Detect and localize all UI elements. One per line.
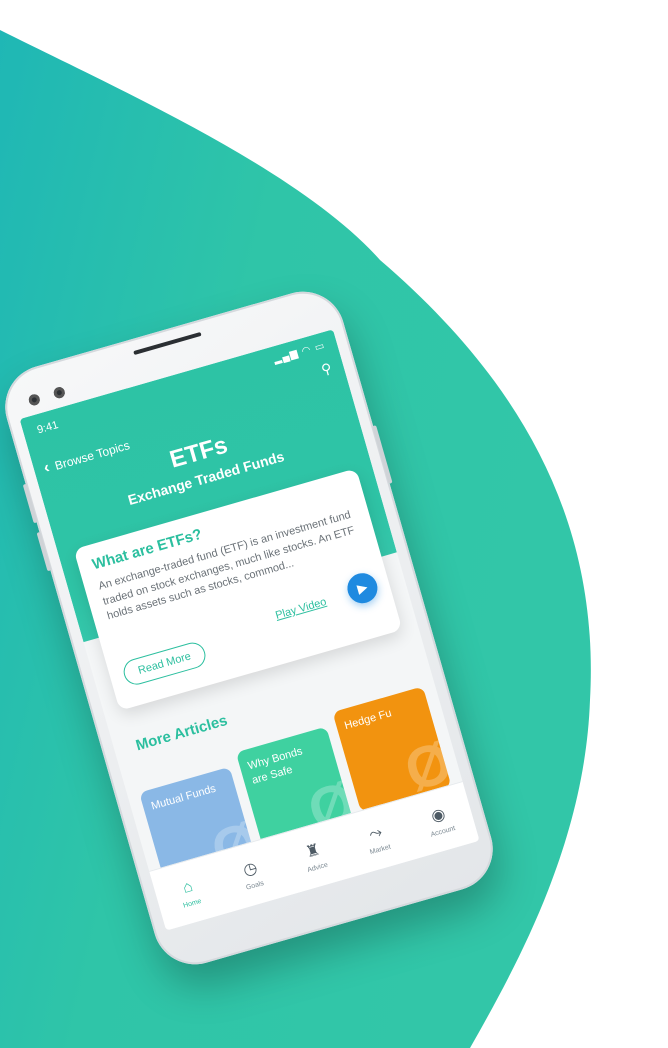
advisor-icon: ♜ bbox=[303, 841, 323, 862]
speaker-grille bbox=[133, 331, 202, 356]
chevron-left-icon: ‹ bbox=[41, 459, 52, 477]
camera-icon bbox=[27, 393, 42, 407]
article-title: Mutual Funds bbox=[149, 782, 218, 813]
clock-icon: ◷ bbox=[241, 859, 260, 880]
play-button[interactable]: ▶ bbox=[343, 569, 381, 607]
sensor-icon bbox=[52, 385, 67, 400]
wifi-icon: ◠ bbox=[300, 344, 313, 358]
signal-icon: ▂▄▆ bbox=[272, 347, 300, 366]
status-time: 9:41 bbox=[35, 419, 60, 437]
battery-icon: ▭ bbox=[313, 340, 327, 354]
read-more-button[interactable]: Read More bbox=[120, 639, 209, 688]
account-icon: ◉ bbox=[429, 805, 448, 826]
nav-label: Home bbox=[182, 897, 203, 910]
play-video-link[interactable]: Play Video bbox=[274, 596, 328, 622]
nav-home[interactable]: ⌂ Home bbox=[156, 870, 222, 915]
nav-goals[interactable]: ◷ Goals bbox=[219, 852, 285, 897]
nav-market[interactable]: ⤳ Market bbox=[344, 816, 410, 861]
article-title: Hedge Fu bbox=[343, 707, 393, 733]
nav-account[interactable]: ◉ Account bbox=[407, 798, 473, 843]
play-icon: ▶ bbox=[355, 579, 370, 597]
search-icon[interactable]: ⚲ bbox=[319, 360, 334, 379]
nav-label: Advice bbox=[306, 861, 329, 875]
home-icon: ⌂ bbox=[180, 877, 195, 897]
nav-advice[interactable]: ♜ Advice bbox=[282, 834, 348, 879]
nav-label: Goals bbox=[245, 879, 265, 892]
market-icon: ⤳ bbox=[367, 823, 385, 844]
nav-label: Market bbox=[369, 843, 392, 857]
